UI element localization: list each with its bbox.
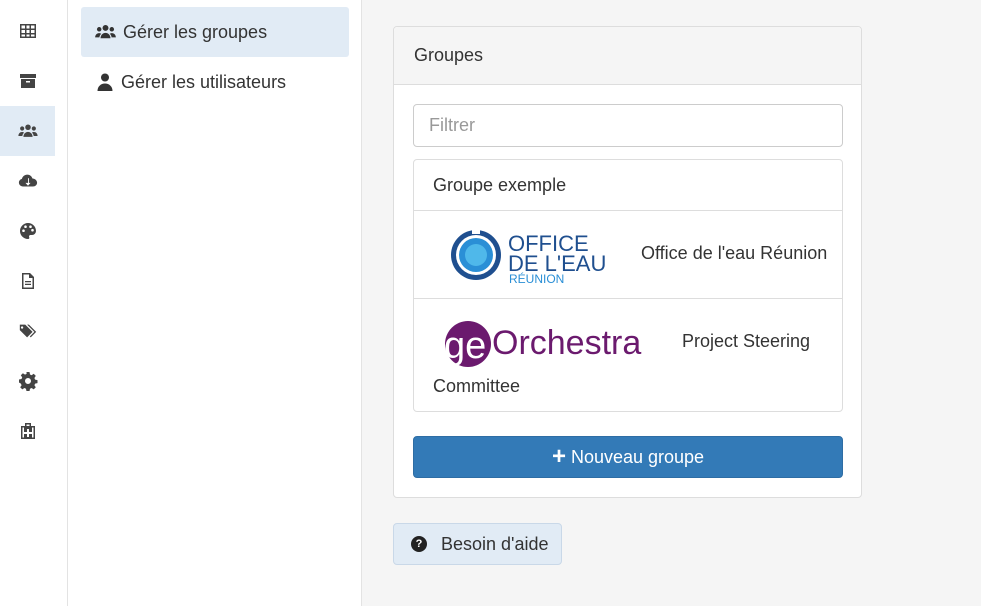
archive-icon[interactable] [0,56,55,106]
medkit-icon[interactable] [0,406,55,456]
subnav-item-users[interactable]: Gérer les utilisateurs [81,57,349,107]
plus-icon: + [551,443,566,470]
help-label: Besoin d'aide [441,533,549,554]
georchestra-logo-ge: ge [444,325,486,367]
users-icon[interactable] [0,106,55,156]
cloud-download-icon[interactable] [0,156,55,206]
palette-icon[interactable] [0,206,55,256]
help-button[interactable]: ? Besoin d'aide [393,523,562,565]
filter-input[interactable] [413,104,843,147]
list-item[interactable]: Groupe exemple [414,160,842,211]
group-label: Office de l'eau Réunion [641,243,828,263]
list-item[interactable]: OFFICE DE L'EAU RÉUNION Office de l'eau … [414,211,842,299]
document-icon[interactable] [0,256,55,306]
gear-icon[interactable] [0,356,55,406]
panel-title: Groupes [394,27,861,85]
group-label: Groupe exemple [433,174,567,195]
group-label: Project Steering [682,331,811,351]
admin-subnav: Gérer les groupes Gérer les utilisateurs [68,0,362,606]
tags-icon[interactable] [0,306,55,356]
office-eau-logo-line3: RÉUNION [509,271,564,283]
georchestra-logo: ge Orchestra [443,317,665,376]
users-icon [95,24,116,39]
list-item[interactable]: ge Orchestra Project Steering Committee [414,299,842,411]
subnav-item-label: Gérer les groupes [123,21,268,42]
user-icon [97,73,113,91]
new-group-button[interactable]: + Nouveau groupe [413,436,843,478]
group-label-continued: Committee [433,376,521,396]
table-icon[interactable] [0,6,55,56]
icon-sidebar [0,0,68,606]
question-icon: ? [411,536,427,552]
subnav-item-label: Gérer les utilisateurs [121,71,287,92]
groups-list: Groupe exemple OFFICE DE L'EAU RÉUNION O… [413,159,843,412]
office-eau-logo: OFFICE DE L'EAU RÉUNION [448,227,623,288]
subnav-item-groups[interactable]: Gérer les groupes [81,7,349,57]
new-group-label: Nouveau groupe [570,446,705,467]
georchestra-logo-orchestra: Orchestra [492,324,641,362]
groups-panel: Groupes Groupe exemple OFFICE DE L'EAU R… [393,26,862,498]
